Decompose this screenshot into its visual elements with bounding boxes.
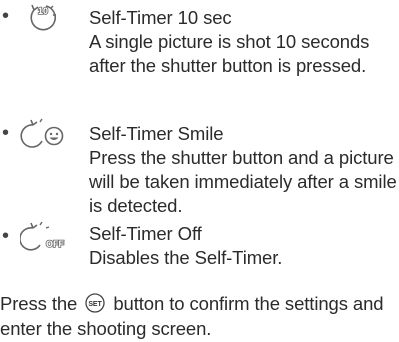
instruction-text-before: Press the — [0, 293, 78, 314]
instruction-paragraph: Press the SET button to confirm the sett… — [0, 291, 399, 341]
list-item-self-timer-smile: • Self-Timer Smile Press the shutter but… — [0, 110, 399, 216]
self-timer-10sec-icon: 10 — [20, 1, 68, 35]
item-title: Self-Timer Off — [89, 223, 202, 244]
svg-text:OFF: OFF — [46, 239, 64, 249]
bullet: • — [2, 122, 10, 144]
item-text: Self-Timer Smile Press the shutter butto… — [89, 122, 399, 218]
set-button-icon: SET — [83, 293, 107, 313]
item-description: Press the shutter button and a picture w… — [89, 147, 397, 216]
list-item-self-timer-10sec: • 10 Self-Timer 10 sec A single picture … — [0, 0, 399, 110]
item-title: Self-Timer Smile — [89, 123, 224, 144]
svg-text:10: 10 — [38, 6, 48, 16]
self-timer-smile-icon — [20, 116, 68, 150]
self-timer-off-icon: OFF — [20, 218, 68, 252]
bullet: • — [2, 5, 10, 27]
list-item-self-timer-off: • OFF Self-Timer Off Disables the Self-T… — [0, 218, 399, 274]
item-text: Self-Timer Off Disables the Self-Timer. — [89, 222, 399, 270]
bullet: • — [2, 225, 10, 247]
svg-text:SET: SET — [89, 301, 103, 308]
item-title: Self-Timer 10 sec — [89, 7, 232, 28]
item-description: Disables the Self-Timer. — [89, 247, 283, 268]
item-text: Self-Timer 10 sec A single picture is sh… — [89, 6, 399, 78]
item-description: A single picture is shot 10 seconds afte… — [89, 31, 370, 76]
